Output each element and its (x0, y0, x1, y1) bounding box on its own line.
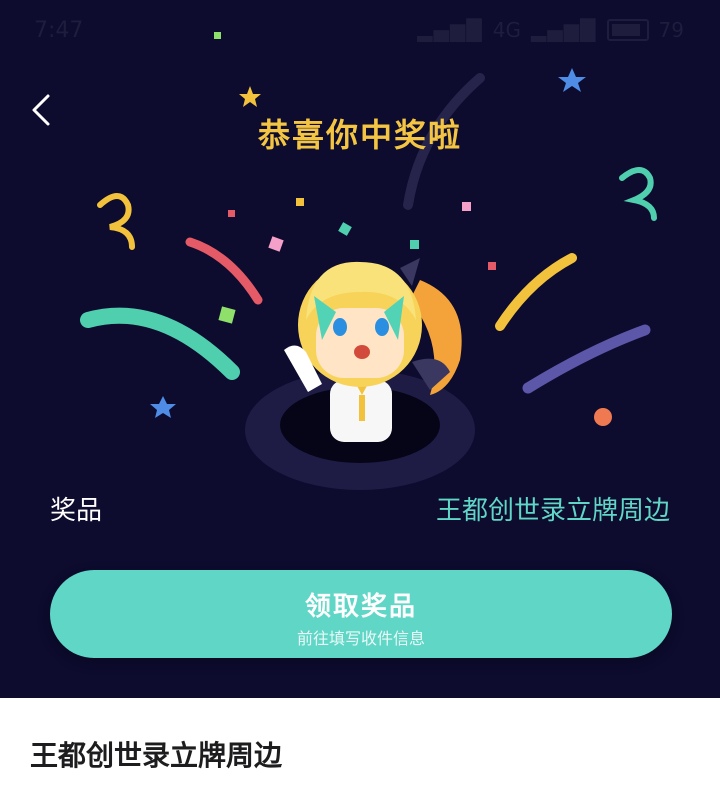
confetti-bit (218, 306, 236, 324)
prize-value: 王都创世录立牌周边 (435, 496, 670, 526)
ribbon-red (185, 237, 263, 305)
confetti-bit (462, 202, 471, 211)
claim-button-label: 领取奖品 (304, 592, 417, 622)
confetti-bit (214, 32, 221, 39)
confetti-dot (594, 408, 612, 426)
ribbon-purple (522, 324, 651, 394)
squiggle-yellow (97, 193, 135, 250)
prize-label: 奖品 (50, 496, 103, 526)
confetti-bit (228, 210, 235, 217)
claim-prize-button[interactable]: 领取奖品 前往填写收件信息 (50, 570, 672, 658)
confetti-bit (296, 198, 304, 206)
squiggle-teal (619, 167, 657, 221)
star-blue-left (150, 396, 176, 418)
prize-detail-title: 王都创世录立牌周边 (30, 739, 283, 772)
star-yellow (239, 86, 261, 107)
star-blue-top (558, 68, 586, 92)
confetti-bit (410, 240, 419, 249)
congrats-title: 恭喜你中奖啦 (257, 116, 462, 154)
ribbon-green (80, 307, 240, 380)
confetti-bit (488, 262, 496, 270)
claim-button-sublabel: 前往填写收件信息 (296, 629, 425, 648)
hero-section: 7:47 ▂▄▆█ 4G ▂▄▆█ 79 恭喜你中奖啦 奖品 王都创世录立牌周边… (0, 0, 720, 698)
prize-page: 7:47 ▂▄▆█ 4G ▂▄▆█ 79 恭喜你中奖啦 奖品 王都创世录立牌周边… (0, 0, 720, 793)
confetti-bit (338, 222, 352, 236)
prize-detail-section: 王都创世录立牌周边 (0, 698, 720, 793)
ribbon-yellow (495, 253, 577, 331)
confetti-bit (268, 236, 284, 252)
